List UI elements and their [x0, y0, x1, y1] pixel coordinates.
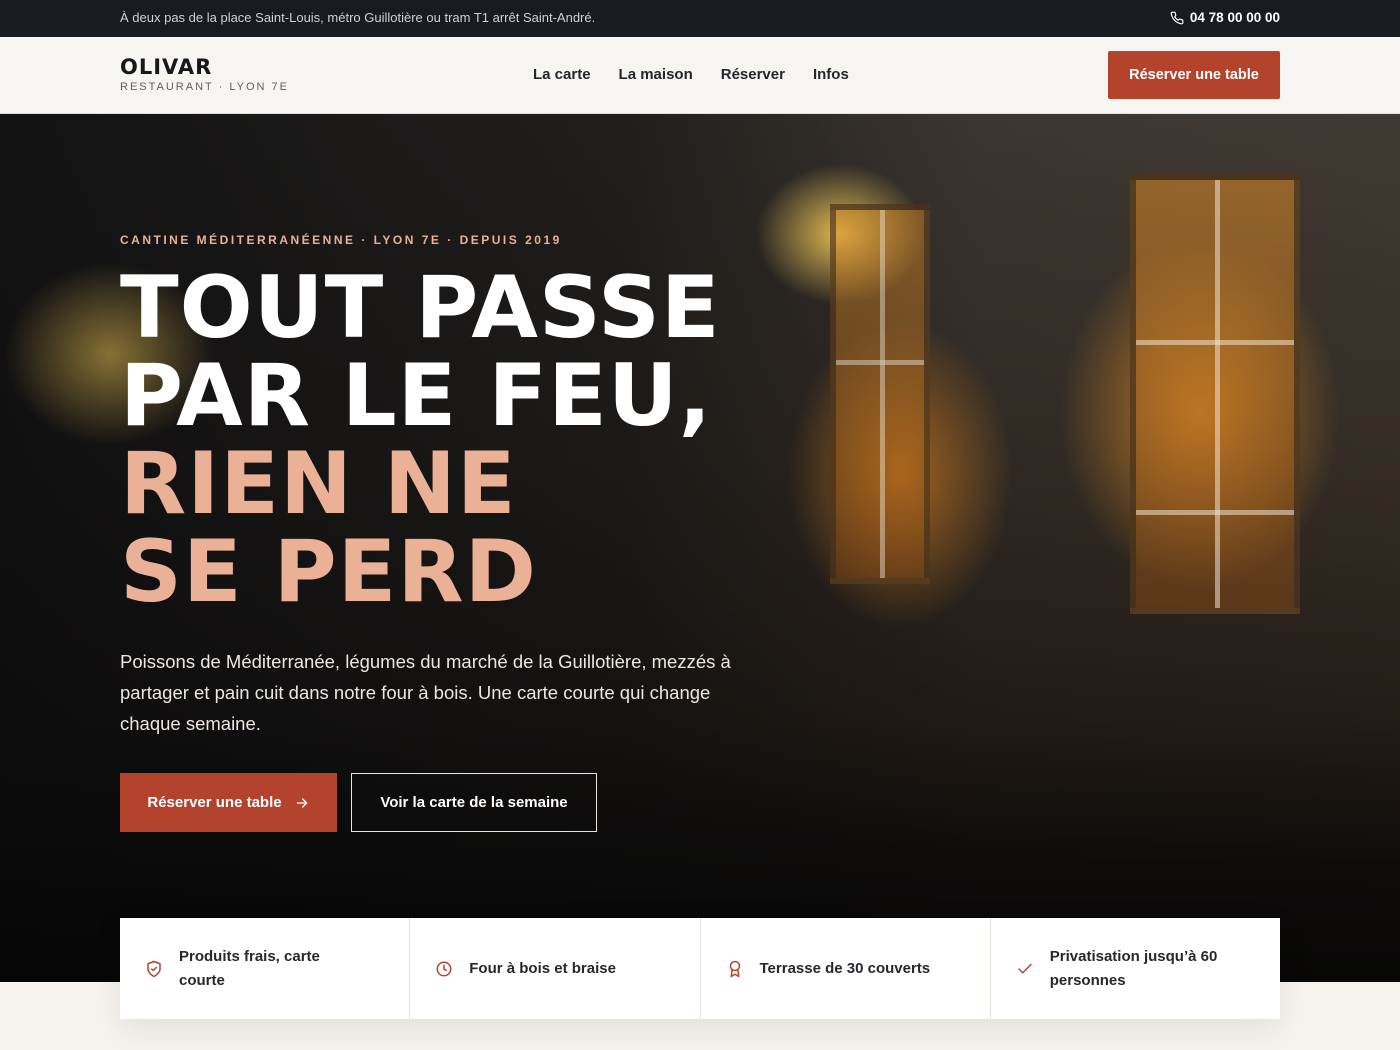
logo-name: OLIVAR: [120, 55, 213, 79]
clock-icon: [436, 961, 452, 976]
logo[interactable]: OLIVAR RESTAURANT · LYON 7E: [120, 55, 289, 93]
award-icon: [729, 960, 740, 977]
hero-section: CANTINE MÉDITERRANÉENNE · LYON 7E · DEPU…: [0, 114, 1400, 982]
logo-subtitle: RESTAURANT · LYON 7E: [120, 81, 289, 93]
phone-number: 04 78 00 00 00: [1189, 10, 1280, 25]
main-nav: La carte La maison Réserver Infos: [533, 66, 849, 83]
feature-item: Terrasse de 30 couverts: [701, 918, 991, 1019]
feature-label: Privatisation jusqu’à 60 personnes: [1049, 947, 1218, 989]
header-reserve-button[interactable]: Réserver une table: [1108, 51, 1280, 99]
hero-title-line-3: RIEN NE: [120, 434, 517, 534]
site-header: OLIVAR RESTAURANT · LYON 7E La carte La …: [0, 37, 1400, 114]
feature-item: Four à bois et braise: [410, 918, 701, 1019]
phone-link[interactable]: 04 78 00 00 00: [1170, 10, 1280, 25]
location-info: À deux pas de la place Saint-Louis, métr…: [120, 10, 596, 25]
shield-check-icon: [147, 960, 161, 977]
hero-title-line-4: SE PERD: [120, 522, 538, 622]
top-info-bar: À deux pas de la place Saint-Louis, métr…: [0, 0, 1400, 37]
hero-window-right: [1130, 174, 1300, 614]
hero-title: TOUT PASSE PAR LE FEU, RIEN NE SE PERD: [120, 264, 721, 616]
check-icon: [1018, 963, 1032, 973]
phone-icon: [1170, 11, 1184, 24]
hero-menu-button[interactable]: Voir la carte de la semaine: [351, 773, 597, 832]
hero-reserve-button[interactable]: Réserver une table: [120, 773, 337, 832]
features-strip: Produits frais, carte courte Four à bois…: [120, 918, 1280, 1019]
feature-item: Produits frais, carte courte: [120, 918, 411, 1019]
hero-reserve-label: Réserver une table: [147, 794, 282, 811]
nav-item-reserver[interactable]: Réserver: [721, 66, 785, 83]
hero-description: Poissons de Méditerranée, légumes du mar…: [120, 651, 731, 734]
nav-item-la-carte[interactable]: La carte: [533, 66, 591, 83]
hero-title-line-1: TOUT PASSE: [120, 258, 721, 358]
arrow-right-icon: [296, 797, 307, 808]
feature-label: Produits frais, carte courte: [179, 947, 320, 989]
nav-item-infos[interactable]: Infos: [813, 66, 849, 83]
feature-label: Four à bois et braise: [469, 959, 616, 977]
feature-item: Privatisation jusqu’à 60 personnes: [991, 918, 1280, 1019]
feature-label: Terrasse de 30 couverts: [759, 959, 931, 977]
hero-window-middle: [830, 204, 930, 584]
hero-title-line-2: PAR LE FEU,: [120, 346, 713, 446]
hero-kicker: CANTINE MÉDITERRANÉENNE · LYON 7E · DEPU…: [120, 233, 562, 247]
nav-item-la-maison[interactable]: La maison: [619, 66, 693, 83]
